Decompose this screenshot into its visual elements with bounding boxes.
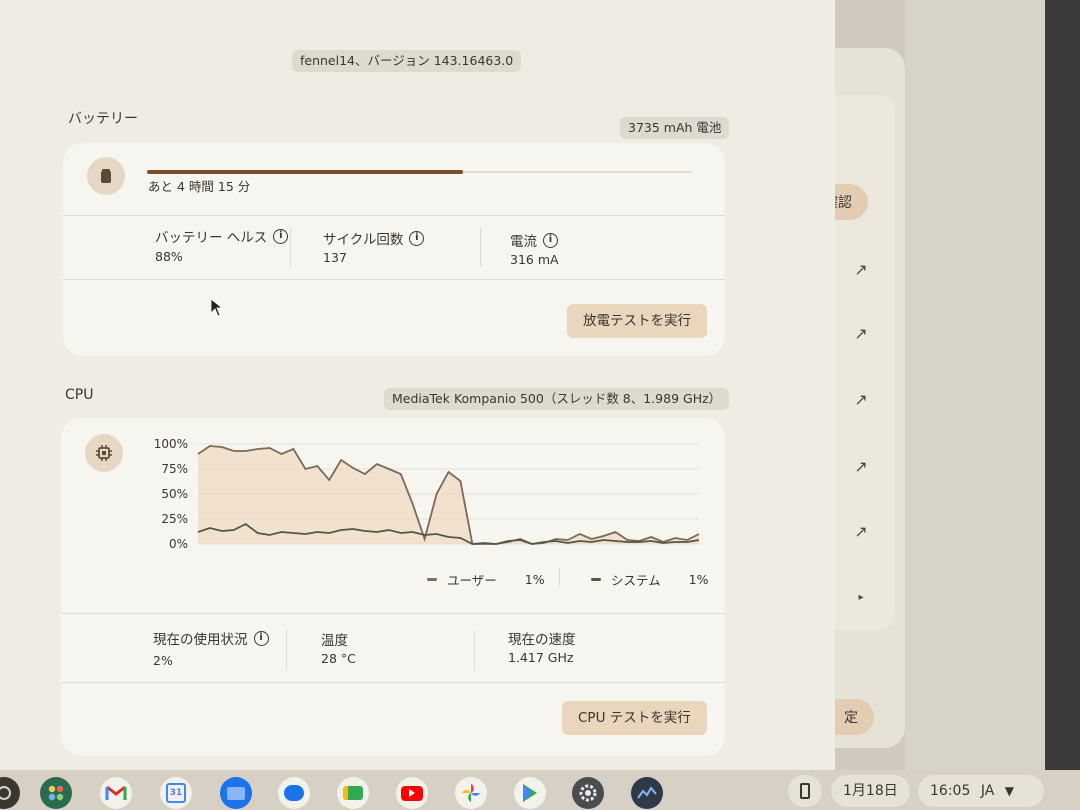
legend-system-swatch bbox=[591, 578, 601, 581]
messages-icon[interactable] bbox=[278, 777, 310, 809]
current-text: 電流 bbox=[510, 234, 537, 250]
current-usage-label: 現在の使用状況 i bbox=[153, 628, 269, 648]
version-chip: fennel14、バージョン 143.16463.0 bbox=[292, 50, 522, 72]
divider bbox=[63, 279, 725, 280]
battery-health-label: バッテリー ヘルス i bbox=[155, 226, 289, 246]
chip-icon bbox=[85, 434, 123, 472]
legend-user-value: 1% bbox=[524, 572, 545, 587]
info-icon[interactable]: i bbox=[409, 230, 425, 246]
cpu-usage-chart: 100% 75% 50% 25% 0% bbox=[154, 437, 700, 551]
info-icon[interactable]: i bbox=[543, 232, 558, 248]
battery-icon bbox=[87, 157, 125, 195]
chevron-right-icon[interactable]: ▸ bbox=[850, 586, 872, 608]
gmail-icon[interactable] bbox=[100, 777, 132, 809]
mouse-cursor-icon bbox=[210, 298, 224, 317]
cycle-count-label: サイクル回数 i bbox=[323, 228, 425, 248]
phone-hub-button[interactable] bbox=[788, 775, 822, 807]
cpu-card: 100% 75% 50% 25% 0% ユーザー 1% システム 1% 現在の使用状況 … bbox=[61, 418, 725, 756]
divider bbox=[286, 630, 287, 670]
diagnostics-window: fennel14、バージョン 143.16463.0 バッテリー 3735 mA… bbox=[0, 0, 835, 770]
cycle-count-text: サイクル回数 bbox=[323, 232, 404, 248]
current-value: 316 mA bbox=[510, 252, 559, 267]
user-usage-area bbox=[198, 446, 699, 544]
battery-card: あと 4 時間 15 分 バッテリー ヘルス i 88% サイクル回数 i 13… bbox=[63, 143, 725, 356]
battery-section-title: バッテリー bbox=[68, 111, 138, 127]
temperature-label: 温度 bbox=[321, 629, 348, 649]
ime-indicator: JA bbox=[980, 783, 995, 799]
cpu-section-title: CPU bbox=[65, 387, 94, 403]
diagnostics-app-icon[interactable] bbox=[631, 777, 663, 809]
divider bbox=[559, 568, 560, 586]
current-speed-label: 現在の速度 bbox=[508, 628, 576, 648]
battery-time-remaining: あと 4 時間 15 分 bbox=[148, 179, 251, 194]
photos-icon[interactable] bbox=[455, 777, 487, 809]
shelf: 31 1月18日 16:05 JA ▼ bbox=[0, 770, 1080, 810]
play-store-icon[interactable] bbox=[514, 777, 546, 809]
temperature-value: 28 °C bbox=[321, 651, 356, 666]
y-tick-label: 50% bbox=[161, 487, 188, 501]
legend-user-name: ユーザー bbox=[447, 573, 497, 588]
legend-system-name: システム bbox=[611, 573, 661, 588]
divider bbox=[61, 682, 725, 683]
screen-bezel bbox=[1045, 0, 1080, 770]
app-grid-icon[interactable] bbox=[40, 777, 72, 809]
battery-capacity-chip: 3735 mAh 電池 bbox=[620, 117, 730, 139]
open-external-icon[interactable]: ↗ bbox=[850, 322, 872, 344]
calendar-icon[interactable]: 31 bbox=[160, 777, 192, 809]
divider bbox=[480, 227, 481, 267]
phone-icon bbox=[800, 783, 810, 799]
youtube-icon[interactable] bbox=[396, 777, 428, 809]
clock: 16:05 bbox=[930, 783, 971, 799]
divider bbox=[63, 215, 725, 216]
divider bbox=[474, 630, 475, 670]
temperature-text: 温度 bbox=[321, 633, 348, 649]
battery-level-bar bbox=[147, 170, 692, 174]
open-external-icon[interactable]: ↗ bbox=[850, 520, 872, 542]
battery-level-fill bbox=[147, 170, 464, 174]
status-area[interactable]: 16:05 JA ▼ bbox=[918, 775, 1044, 807]
y-tick-label: 0% bbox=[169, 537, 188, 551]
legend-system-value: 1% bbox=[688, 572, 709, 587]
current-label: 電流 i bbox=[510, 230, 558, 250]
side-settings-label: 定 bbox=[844, 710, 858, 726]
date-pill[interactable]: 1月18日 bbox=[831, 775, 910, 807]
current-speed-text: 現在の速度 bbox=[508, 632, 576, 648]
open-external-icon[interactable]: ↗ bbox=[850, 258, 872, 280]
cpu-test-button[interactable]: CPU テストを実行 bbox=[562, 701, 707, 735]
y-tick-label: 100% bbox=[154, 437, 188, 451]
background-window bbox=[905, 0, 1045, 770]
open-external-icon[interactable]: ↗ bbox=[850, 388, 872, 410]
cycle-count-value: 137 bbox=[323, 250, 347, 265]
legend-user-swatch bbox=[427, 578, 437, 581]
battery-health-value: 88% bbox=[155, 249, 183, 264]
calendar-day: 31 bbox=[166, 783, 186, 803]
info-icon[interactable]: i bbox=[253, 630, 269, 646]
battery-health-text: バッテリー ヘルス bbox=[155, 230, 268, 246]
discharge-test-button[interactable]: 放電テストを実行 bbox=[567, 304, 707, 338]
y-tick-label: 25% bbox=[161, 512, 188, 526]
meet-icon[interactable] bbox=[337, 777, 369, 809]
current-usage-value: 2% bbox=[153, 653, 173, 668]
divider bbox=[61, 613, 725, 614]
current-speed-value: 1.417 GHz bbox=[508, 650, 574, 665]
legend-user: ユーザー 1% bbox=[427, 570, 545, 589]
y-tick-label: 75% bbox=[161, 462, 188, 476]
open-external-icon[interactable]: ↗ bbox=[850, 455, 872, 477]
settings-icon[interactable] bbox=[572, 777, 604, 809]
divider bbox=[290, 227, 291, 267]
wifi-icon: ▼ bbox=[1004, 784, 1014, 798]
files-icon[interactable] bbox=[220, 777, 252, 809]
cpu-model-chip: MediaTek Kompanio 500（スレッド数 8、1.989 GHz） bbox=[384, 388, 730, 410]
launcher-icon[interactable] bbox=[0, 777, 20, 809]
current-usage-text: 現在の使用状況 bbox=[153, 632, 248, 648]
info-icon[interactable]: i bbox=[273, 228, 289, 244]
legend-system: システム 1% bbox=[591, 570, 708, 589]
